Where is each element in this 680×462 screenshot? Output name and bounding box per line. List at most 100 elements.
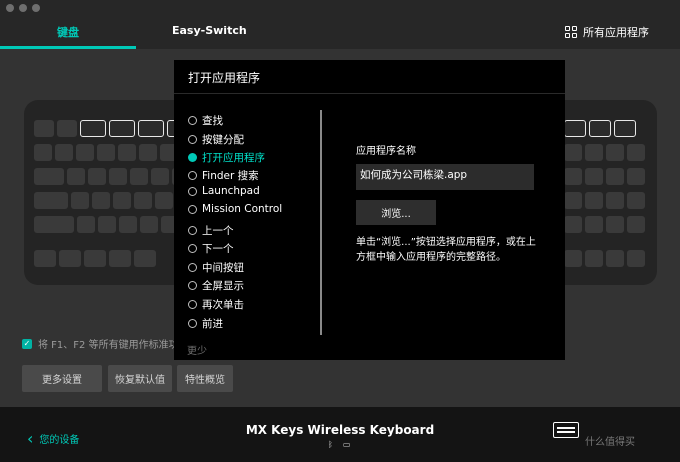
key [151, 168, 169, 185]
keyboard-row [564, 168, 645, 185]
radio-icon [188, 186, 197, 196]
option-previous[interactable]: 上一个 [188, 223, 234, 237]
option-label: 按键分配 [202, 133, 244, 146]
option-fullscreen[interactable]: 全屏显示 [188, 278, 244, 292]
key-f1[interactable] [80, 120, 106, 137]
key [97, 144, 115, 161]
fkeys-label: 将 F1、F2 等所有键用作标准功 [38, 340, 179, 351]
fkeys-setting[interactable]: ✓ 将 F1、F2 等所有键用作标准功 [22, 336, 179, 351]
option-click-again[interactable]: 再次单击 [188, 297, 244, 311]
key [585, 216, 603, 233]
top-bar: 键盘 Easy-Switch 所有应用程序 [0, 0, 680, 49]
window-zoom-button[interactable] [32, 4, 40, 12]
key [606, 216, 624, 233]
option-label: 上一个 [202, 224, 234, 237]
key [118, 144, 136, 161]
key [606, 144, 624, 161]
keyboard-row [34, 250, 156, 267]
key [134, 250, 156, 267]
key [627, 216, 645, 233]
window-minimize-button[interactable] [19, 4, 27, 12]
option-forward[interactable]: 前进 [188, 316, 223, 330]
options-scrollbar[interactable] [320, 110, 322, 335]
footer-bar: ‹ 您的设备 MX Keys Wireless Keyboard ᛒ ▭ 什么值… [0, 407, 680, 462]
key [109, 250, 131, 267]
watermark: 什么值得买 [585, 437, 635, 448]
radio-icon [188, 318, 197, 328]
option-label: 中间按钮 [202, 261, 244, 274]
option-open-app[interactable]: 打开应用程序 [188, 150, 265, 164]
key [55, 144, 73, 161]
all-apps-button[interactable]: 所有应用程序 [565, 23, 649, 41]
option-label: 前进 [202, 317, 223, 330]
radio-icon [188, 115, 197, 125]
show-less-link[interactable]: 更少 [187, 342, 207, 357]
option-label: 查找 [202, 114, 223, 127]
feature-tour-button[interactable]: 特性概览 [177, 365, 233, 392]
key [34, 192, 68, 209]
key [139, 144, 157, 161]
divider [174, 93, 565, 94]
keyboard-row [564, 144, 645, 161]
key [627, 192, 645, 209]
option-find[interactable]: 查找 [188, 113, 223, 127]
radio-icon [188, 170, 197, 180]
key [606, 168, 624, 185]
option-label: 再次单击 [202, 298, 244, 311]
key [564, 216, 582, 233]
key-f11[interactable] [589, 120, 611, 137]
option-label: Finder 搜索 [202, 169, 259, 182]
help-text: 单击“浏览...”按钮选择应用程序，或在上方框中输入应用程序的完整路径。 [356, 237, 536, 263]
key [606, 250, 624, 267]
key [585, 144, 603, 161]
option-finder-search[interactable]: Finder 搜索 [188, 168, 259, 182]
radio-icon [188, 280, 197, 290]
key [57, 120, 77, 137]
key-f3[interactable] [138, 120, 164, 137]
key [627, 144, 645, 161]
key-f10[interactable] [564, 120, 586, 137]
app-name-input[interactable]: 如何成为公司栋梁.app [356, 164, 534, 190]
tab-keyboard[interactable]: 键盘 [57, 24, 79, 42]
key-f2[interactable] [109, 120, 135, 137]
key [84, 250, 106, 267]
key [606, 192, 624, 209]
option-label: Launchpad [202, 185, 260, 197]
key [140, 216, 158, 233]
key [627, 250, 645, 267]
tab-easy-switch[interactable]: Easy-Switch [172, 24, 247, 42]
key [134, 192, 152, 209]
key [119, 216, 137, 233]
key [564, 192, 582, 209]
radio-icon [188, 299, 197, 309]
key [34, 144, 52, 161]
option-label: Mission Control [202, 203, 283, 215]
restore-defaults-button[interactable]: 恢复默认值 [108, 365, 172, 392]
window-close-button[interactable] [6, 4, 14, 12]
key [564, 168, 582, 185]
keyboard-row [34, 192, 194, 209]
option-middle-button[interactable]: 中间按钮 [188, 260, 244, 274]
keyboard-row [564, 192, 645, 209]
key [71, 192, 89, 209]
option-label: 全屏显示 [202, 279, 244, 292]
checkbox-checked-icon[interactable]: ✓ [22, 338, 32, 349]
dialog-title: 打开应用程序 [188, 71, 261, 85]
keyboard-row [34, 144, 178, 161]
bluetooth-icon: ᛒ [328, 440, 333, 449]
option-next[interactable]: 下一个 [188, 241, 234, 255]
radio-icon [188, 204, 197, 214]
radio-icon [188, 134, 197, 144]
option-launchpad[interactable]: Launchpad [188, 184, 260, 198]
more-settings-button[interactable]: 更多设置 [22, 365, 102, 392]
option-mission-control[interactable]: Mission Control [188, 202, 282, 216]
browse-button[interactable]: 浏览... [356, 200, 436, 225]
radio-selected-icon [188, 152, 197, 162]
option-keystroke[interactable]: 按键分配 [188, 132, 244, 146]
option-label: 打开应用程序 [202, 151, 265, 164]
key [109, 168, 127, 185]
key-f12[interactable] [614, 120, 636, 137]
keyboard-thumbnail-icon[interactable] [553, 422, 579, 438]
radio-icon [188, 225, 197, 235]
key [585, 250, 603, 267]
